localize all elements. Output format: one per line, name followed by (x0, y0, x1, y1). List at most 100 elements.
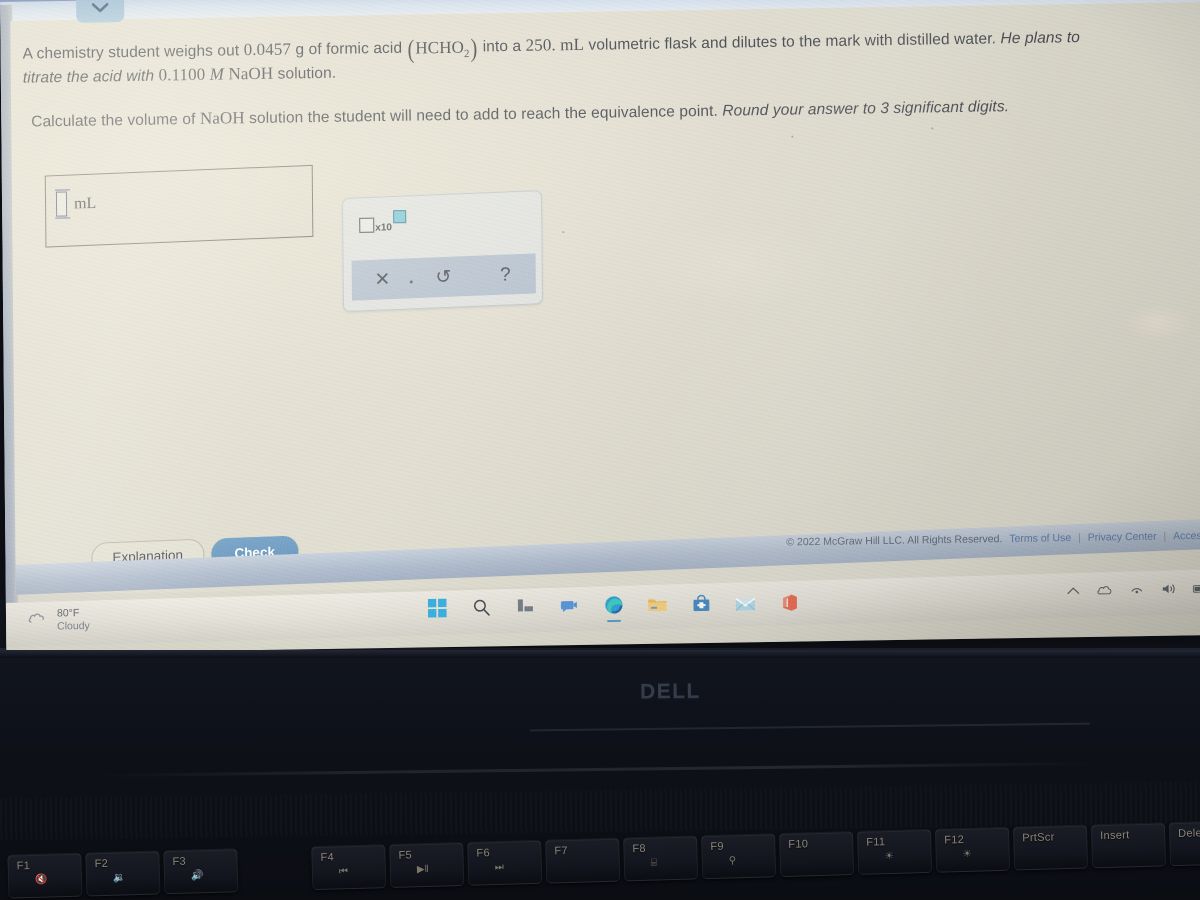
answer-unit-label: mL (73, 194, 97, 212)
key-label: PrtScr (1022, 831, 1055, 845)
key-secondary-glyph: ▶‖ (416, 863, 429, 876)
key-label: F8 (632, 842, 647, 856)
key-f2[interactable]: F2 🔉 (85, 850, 161, 897)
mass-value: 0.0457 (243, 39, 292, 60)
mantissa-box-icon (359, 217, 375, 233)
exponent-box-icon (392, 210, 406, 224)
key-secondary-glyph: ☀ (962, 848, 972, 861)
question-line-1: A chemistry student weighs out 0.0457 g … (22, 19, 1081, 66)
key-f10[interactable]: F10 (779, 831, 855, 878)
laptop-screen-area: A chemistry student weighs out 0.0457 g … (0, 0, 1200, 650)
onedrive-icon[interactable] (1097, 582, 1113, 598)
key-delete[interactable]: Delete (1168, 820, 1200, 867)
molarity-symbol: M (209, 64, 225, 84)
system-tray (1065, 580, 1200, 598)
base-formula: NaOH (228, 63, 274, 84)
key-label: F10 (788, 838, 809, 851)
question-text-e: He plans to (1000, 29, 1081, 48)
dell-brand-logo: DELL (639, 679, 701, 704)
key-label: F9 (710, 840, 724, 854)
chat-icon[interactable] (558, 595, 580, 617)
formic-acid-formula: (HCHO2) (406, 29, 478, 64)
undo-button[interactable]: ↺ (413, 266, 475, 287)
key-secondary-glyph: 🔊 (190, 870, 204, 882)
key-label: Insert (1100, 829, 1130, 843)
edge-icon[interactable] (602, 594, 624, 616)
paren-open: ( (407, 34, 415, 64)
laptop-screen: A chemistry student weighs out 0.0457 g … (0, 0, 1200, 650)
key-label: F11 (866, 836, 886, 849)
question-text-d: volumetric flask and dilutes to the mark… (588, 30, 997, 54)
footer-separator-1: | (1077, 531, 1081, 544)
key-secondary-glyph: ⌸ (650, 857, 657, 869)
key-f6[interactable]: F6 ⏭ (467, 839, 543, 886)
formula-subscript: 2 (463, 48, 470, 61)
key-f11[interactable]: F11 ☀ (856, 828, 933, 875)
answer-placeholder-box[interactable] (55, 191, 68, 217)
question-text-a: A chemistry student weighs out (22, 42, 240, 63)
key-secondary-glyph: ☀ (884, 850, 894, 863)
show-hidden-icons-icon[interactable] (1065, 582, 1081, 598)
question-line2-a: titrate the acid with (22, 67, 155, 87)
key-label: F7 (554, 845, 569, 858)
scientific-notation-button[interactable]: x10 (359, 210, 406, 234)
dust-speck (931, 127, 934, 130)
question-line3-c: Round your answer to 3 significant digit… (722, 98, 1010, 120)
footer-separator-2: | (1162, 530, 1166, 543)
office-icon[interactable] (778, 591, 800, 613)
key-label: F6 (476, 847, 491, 860)
concentration-value: 0.1100 (158, 64, 206, 85)
key-insert[interactable]: Insert (1090, 822, 1167, 869)
question-line2-b: solution. (277, 64, 337, 83)
palette-action-row: ✕ ↺ ? (351, 253, 536, 301)
formula-body: HCHO (415, 37, 464, 58)
microsoft-store-icon[interactable] (690, 592, 712, 614)
key-label: F12 (944, 833, 965, 847)
aleks-problem-page: A chemistry student weighs out 0.0457 g … (10, 2, 1200, 595)
mail-icon[interactable] (734, 592, 756, 614)
volume-value: 250. (525, 35, 556, 55)
key-f3[interactable]: F3 🔊 (163, 848, 239, 895)
key-f1[interactable]: F1 🔇 (7, 852, 83, 899)
key-f9[interactable]: F9 ⚲ (701, 833, 777, 880)
question-line-2: titrate the acid with 0.1100 M NaOH solu… (23, 63, 337, 88)
key-f8[interactable]: F8 ⌸ (623, 835, 699, 882)
key-label: F5 (398, 849, 413, 862)
dust-speck (791, 135, 794, 138)
help-button[interactable]: ? (474, 264, 536, 285)
key-label: F1 (16, 860, 31, 873)
task-view-icon[interactable] (514, 595, 536, 617)
answer-input-box[interactable]: mL (44, 164, 314, 248)
volume-unit: mL (560, 34, 585, 55)
paren-close: ) (470, 33, 478, 63)
volume-icon[interactable] (1161, 581, 1177, 597)
palette-top-row: x10 (343, 191, 542, 261)
key-f5[interactable]: F5 ▶‖ (389, 841, 465, 888)
copyright-text: © 2022 McGraw Hill LLC. All Rights Reser… (785, 533, 1002, 549)
key-prtscr[interactable]: PrtScr (1012, 824, 1089, 871)
clear-button[interactable]: ✕ (352, 269, 414, 290)
question-text-c: into a (482, 37, 522, 56)
key-label: F2 (94, 857, 109, 871)
terms-of-use-link[interactable]: Terms of Use (1009, 532, 1071, 545)
key-secondary-glyph: 🔇 (34, 874, 48, 886)
accessibility-link[interactable]: Acces (1173, 530, 1200, 542)
key-f4[interactable]: F4 ⏮ (311, 844, 387, 891)
question-line-3: Calculate the volume of NaOH solution th… (31, 96, 1009, 131)
key-secondary-glyph: ⏮ (338, 866, 349, 878)
browser-tab-active[interactable] (76, 0, 125, 23)
search-icon[interactable] (470, 596, 492, 618)
network-icon[interactable] (1129, 581, 1145, 597)
math-input-palette: x10 ✕ ↺ ? (341, 190, 544, 313)
privacy-center-link[interactable]: Privacy Center (1087, 531, 1156, 544)
key-f12[interactable]: F12 ☀ (934, 826, 1011, 873)
base-formula-2: NaOH (199, 108, 245, 128)
key-f7[interactable]: F7 (545, 837, 621, 884)
file-explorer-icon[interactable] (646, 593, 668, 615)
question-line3-a: Calculate the volume of (31, 110, 196, 131)
question-line3-b: solution the student will need to add to… (249, 102, 718, 128)
start-icon[interactable] (426, 597, 448, 619)
times-ten-label: x10 (375, 222, 393, 234)
battery-icon[interactable] (1192, 580, 1200, 596)
key-label: Delete (1178, 827, 1200, 840)
